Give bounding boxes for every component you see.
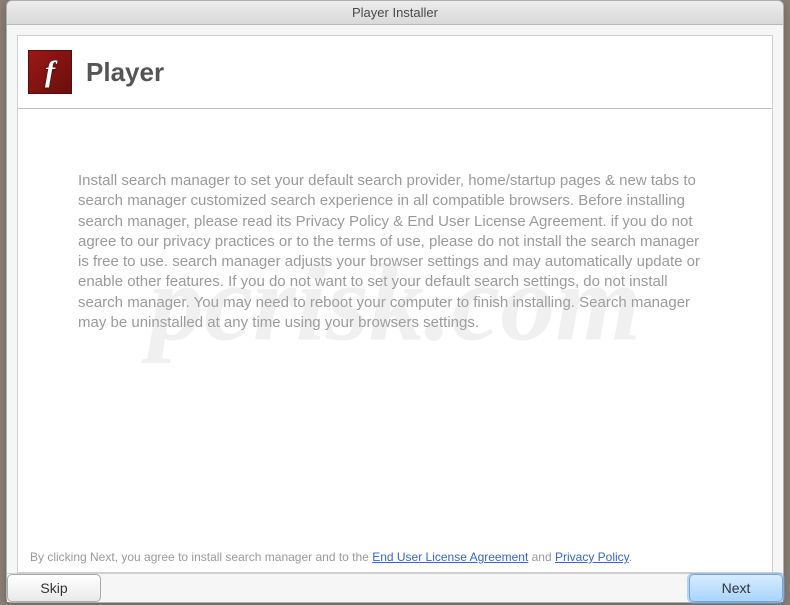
window-titlebar: Player Installer — [7, 1, 783, 25]
content-pane: f Player Install search manager to set y… — [17, 35, 773, 573]
next-button[interactable]: Next — [689, 574, 783, 602]
window-title: Player Installer — [352, 5, 438, 20]
footer-and: and — [528, 550, 555, 564]
app-title: Player — [86, 57, 164, 88]
eula-link[interactable]: End User License Agreement — [372, 550, 528, 564]
agreement-footer: By clicking Next, you agree to install s… — [18, 550, 772, 572]
footer-prefix: By clicking Next, you agree to install s… — [30, 550, 372, 564]
installer-body-text: Install search manager to set your defau… — [18, 109, 772, 550]
button-row: Skip Next — [7, 573, 783, 602]
header-row: f Player — [18, 36, 772, 109]
footer-suffix: . — [629, 550, 632, 564]
installer-window: Player Installer f Player Install search… — [6, 0, 784, 603]
flash-f-glyph: f — [45, 57, 55, 87]
privacy-link[interactable]: Privacy Policy — [555, 550, 629, 564]
skip-button[interactable]: Skip — [7, 574, 101, 602]
flash-player-icon: f — [28, 50, 72, 94]
